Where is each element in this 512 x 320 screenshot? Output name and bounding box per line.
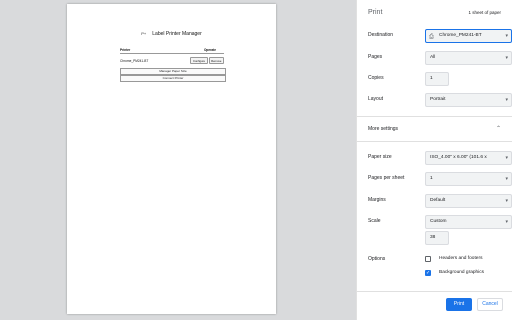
chevron-down-icon: ▾ [505, 155, 508, 161]
copies-input[interactable]: 1 [425, 72, 449, 86]
margins-select[interactable]: Default ▾ [425, 194, 512, 208]
chevron-down-icon: ▾ [505, 33, 508, 39]
preview-header-printer: Printer [120, 48, 131, 52]
copies-row: Copies 1 [368, 72, 501, 86]
scale-label: Scale [368, 218, 381, 224]
pages-value: All [430, 55, 436, 60]
margins-row: Margins Default ▾ [368, 194, 512, 208]
preview-header-operate: Operate [203, 48, 216, 52]
preview-page: P+ Label Printer Manager Printer Operate … [67, 4, 276, 314]
layout-row: Layout Portrait ▾ [368, 93, 512, 107]
pages-label: Pages [368, 54, 383, 60]
layout-label: Layout [368, 96, 384, 102]
print-settings-panel: Print 1 sheet of paper Destination ⎙ Chr… [356, 0, 512, 320]
app-logo-icon: P+ [141, 31, 147, 36]
chevron-down-icon: ▾ [505, 176, 508, 182]
pages-select[interactable]: All ▾ [425, 51, 512, 65]
layout-value: Portrait [430, 97, 446, 102]
destination-value: Chrome_PM241-BT [439, 33, 482, 38]
print-preview-area: P+ Label Printer Manager Printer Operate … [0, 0, 356, 320]
pages-per-sheet-select[interactable]: 1 ▾ [425, 172, 512, 186]
divider [357, 291, 512, 292]
preview-printer-table: Printer Operate Chrome_PM241-BT Configur… [120, 48, 224, 64]
paper-size-select[interactable]: ISO_4.00" x 6.00" (101.6 x ▾ [425, 151, 512, 165]
preview-page-title: P+ Label Printer Manager [67, 31, 276, 37]
pages-per-sheet-value: 1 [430, 176, 433, 181]
more-settings-label: More settings [368, 126, 399, 132]
preview-row-actions: Configure Remove [190, 57, 224, 64]
chevron-down-icon: ▾ [505, 55, 508, 61]
panel-title: Print [368, 9, 383, 16]
divider [357, 116, 512, 117]
print-button[interactable]: Print [446, 298, 472, 311]
pages-row: Pages All ▾ [368, 51, 512, 65]
chevron-down-icon: ▾ [505, 97, 508, 103]
scale-custom-row: 38 [368, 231, 501, 245]
printer-icon: ⎙ [429, 34, 434, 40]
destination-select[interactable]: ⎙ Chrome_PM241-BT ▾ [425, 29, 512, 43]
headers-footers-label: Headers and footers [439, 256, 483, 261]
preview-printer-name: Chrome_PM241-BT [120, 58, 149, 63]
background-graphics-label: Background graphics [439, 270, 485, 275]
chevron-down-icon: ▾ [505, 198, 508, 204]
headers-footers-checkbox[interactable] [425, 256, 431, 262]
margins-label: Margins [368, 197, 386, 203]
options-label: Options [368, 256, 386, 262]
scale-value: Custom [430, 219, 447, 224]
paper-size-label: Paper size [368, 154, 392, 160]
destination-row: Destination ⎙ Chrome_PM241-BT ▾ [368, 29, 512, 43]
destination-label: Destination [368, 32, 394, 38]
preview-remove-button: Remove [208, 57, 224, 64]
cancel-button[interactable]: Cancel [477, 298, 503, 311]
preview-title-text: Label Printer Manager [152, 31, 202, 37]
margins-value: Default [430, 198, 446, 203]
background-graphics-checkbox[interactable]: ✓ [425, 270, 431, 276]
scale-custom-input[interactable]: 38 [425, 231, 449, 245]
pages-per-sheet-row: Pages per sheet 1 ▾ [368, 172, 512, 186]
pages-per-sheet-label: Pages per sheet [368, 175, 405, 181]
scale-row: Scale Custom ▾ [368, 215, 512, 229]
layout-select[interactable]: Portrait ▾ [425, 93, 512, 107]
scale-select[interactable]: Custom ▾ [425, 215, 512, 229]
paper-size-row: Paper size ISO_4.00" x 6.00" (101.6 x ▾ [368, 151, 512, 165]
panel-header: Print 1 sheet of paper [368, 9, 501, 21]
sheet-count: 1 sheet of paper [468, 10, 501, 15]
divider [357, 141, 512, 142]
table-row: Chrome_PM241-BT Configure Remove [120, 54, 224, 64]
chevron-down-icon: ▾ [505, 219, 508, 225]
copies-label: Copies [368, 75, 384, 81]
preview-configure-button: Configure [190, 57, 208, 64]
more-settings-toggle[interactable]: More settings ⌃ [368, 124, 501, 138]
paper-size-value: ISO_4.00" x 6.00" (101.6 x [430, 155, 487, 160]
preview-manage-paper-button: Manager Paper Size [120, 68, 226, 75]
chevron-up-icon: ⌃ [495, 126, 501, 132]
preview-connect-printer-button: Connect Printer [120, 75, 226, 82]
